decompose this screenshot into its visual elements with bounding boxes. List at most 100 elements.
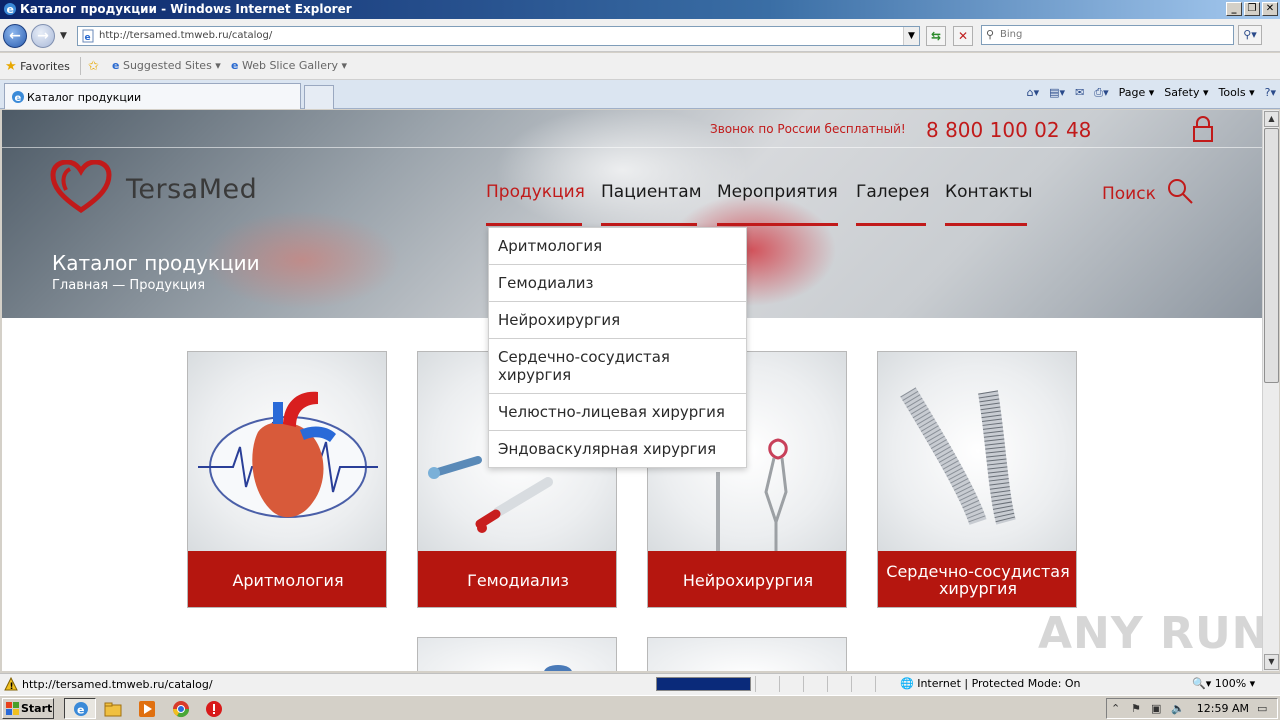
breadcrumb-current: Продукция: [129, 278, 206, 293]
stop-sign-icon[interactable]: [205, 700, 223, 718]
dropdown-item-hemodialysis[interactable]: Гемодиализ: [489, 265, 746, 302]
favorites-button[interactable]: ★ Favorites: [5, 59, 70, 74]
search-link[interactable]: Поиск: [1102, 184, 1156, 204]
device-illustration-icon: [544, 665, 572, 671]
explorer-folder-icon[interactable]: [104, 700, 122, 718]
network-icon[interactable]: ▣: [1151, 702, 1161, 715]
tersamed-logo-icon[interactable]: [50, 160, 112, 214]
print-icon[interactable]: ⎙▾: [1094, 86, 1108, 100]
svg-text:!: !: [10, 682, 14, 691]
forward-button[interactable]: →: [31, 24, 55, 48]
nav-events[interactable]: Мероприятия: [717, 182, 838, 214]
tab-catalog[interactable]: e Каталог продукции: [4, 83, 301, 109]
vertical-scrollbar[interactable]: ▲ ▼: [1262, 110, 1279, 671]
product-card-cardiovascular[interactable]: Сердечно-сосудистая хирургия: [877, 351, 1077, 608]
minimize-button[interactable]: _: [1226, 2, 1242, 16]
status-pane: [779, 676, 801, 692]
nav-underline-products: [486, 223, 582, 226]
home-icon[interactable]: ⌂▾: [1027, 86, 1040, 100]
vascular-graft-illustration-icon: [900, 387, 1016, 525]
action-center-flag-icon[interactable]: ⚑: [1131, 702, 1141, 715]
suggested-sites-link[interactable]: e Suggested Sites ▾: [112, 59, 221, 72]
refresh-button[interactable]: ⇆: [926, 26, 946, 46]
safety-menu[interactable]: Safety ▾: [1164, 86, 1208, 100]
favorites-separator: [80, 57, 81, 75]
page-menu[interactable]: Page ▾: [1119, 86, 1155, 100]
dropdown-item-endovascular[interactable]: Эндоваскулярная хирургия: [489, 431, 746, 467]
dropdown-item-cardiovascular[interactable]: Сердечно-сосудистая хирургия: [489, 339, 746, 394]
add-favorites-icon[interactable]: ✩: [88, 59, 99, 74]
nav-patients[interactable]: Пациентам: [601, 182, 702, 214]
zoom-level[interactable]: 🔍▾ 100% ▾: [1192, 677, 1255, 690]
close-button[interactable]: ✕: [1262, 2, 1278, 16]
call-free-text: Звонок по России бесплатный!: [710, 122, 906, 136]
product-card-partial[interactable]: [647, 637, 847, 671]
search-go-button[interactable]: ⚲▾: [1238, 25, 1262, 45]
lock-icon[interactable]: [1191, 115, 1215, 143]
card-image-heart: [188, 352, 386, 551]
svg-text:e: e: [15, 93, 22, 104]
show-desktop-icon[interactable]: ▭: [1257, 702, 1267, 715]
brand-name[interactable]: TersaMed: [126, 174, 257, 205]
progress-fill: [657, 678, 750, 690]
clock[interactable]: 12:59 AM: [1197, 702, 1249, 715]
watermark: ANY RUN: [1038, 608, 1262, 659]
nav-contacts[interactable]: Контакты: [945, 182, 1033, 214]
address-bar[interactable]: e http://tersamed.tmweb.ru/catalog/ ▼: [77, 26, 920, 46]
warning-icon: !: [4, 677, 18, 691]
status-pane: [755, 676, 777, 692]
address-toolbar: ← → ▼ e http://tersamed.tmweb.ru/catalog…: [0, 19, 1280, 52]
media-player-icon[interactable]: [138, 700, 156, 718]
suggested-sites-label: Suggested Sites ▾: [122, 59, 221, 72]
help-icon[interactable]: ?▾: [1265, 86, 1276, 100]
search-placeholder: Bing: [1000, 29, 1023, 40]
nav-underline-contacts: [945, 223, 1027, 226]
dropdown-item-neurosurgery[interactable]: Нейрохирургия: [489, 302, 746, 339]
tab-label: Каталог продукции: [27, 91, 142, 104]
products-dropdown-menu: Аритмология Гемодиализ Нейрохирургия Сер…: [488, 227, 747, 468]
product-card-partial[interactable]: [417, 637, 617, 671]
command-bar: ⌂▾ ▤▾ ✉ ⎙▾ Page ▾ Safety ▾ Tools ▾ ?▾: [1027, 86, 1276, 100]
globe-icon: 🌐: [900, 677, 914, 690]
security-zone[interactable]: 🌐 Internet | Protected Mode: On: [900, 677, 1081, 690]
start-label: Start: [21, 702, 53, 715]
product-card-arrhythmology[interactable]: Аритмология: [187, 351, 387, 608]
tab-page-icon: e: [12, 91, 24, 104]
scroll-thumb[interactable]: [1264, 128, 1279, 383]
chrome-icon[interactable]: [172, 700, 190, 718]
scroll-down-icon[interactable]: ▼: [1264, 654, 1279, 670]
recent-pages-dropdown-icon[interactable]: ▼: [60, 31, 67, 41]
volume-icon[interactable]: 🔈: [1171, 702, 1185, 715]
security-zone-label: Internet | Protected Mode: On: [917, 677, 1081, 690]
svg-text:e: e: [77, 704, 84, 717]
svg-text:e: e: [7, 3, 14, 16]
taskbar-ie-button[interactable]: e: [64, 698, 96, 719]
dropdown-item-maxillofacial[interactable]: Челюстно-лицевая хирургия: [489, 394, 746, 431]
nav-gallery[interactable]: Галерея: [856, 182, 930, 214]
card-caption: Аритмология: [188, 551, 386, 607]
start-button[interactable]: Start: [2, 698, 54, 719]
mail-icon[interactable]: ✉: [1075, 86, 1084, 100]
dropdown-item-arrhythmology[interactable]: Аритмология: [489, 228, 746, 265]
web-slice-gallery-link[interactable]: e Web Slice Gallery ▾: [231, 59, 347, 72]
search-input[interactable]: ⚲ Bing: [981, 25, 1234, 45]
star-icon: ★: [5, 59, 17, 74]
tools-menu[interactable]: Tools ▾: [1219, 86, 1255, 100]
address-url[interactable]: http://tersamed.tmweb.ru/catalog/: [99, 30, 272, 41]
tray-expand-icon[interactable]: ⌃: [1111, 702, 1120, 715]
stop-button[interactable]: ✕: [953, 26, 973, 46]
nav-products[interactable]: Продукция: [486, 182, 585, 214]
address-dropdown-icon[interactable]: ▼: [903, 27, 919, 45]
restore-button[interactable]: ❐: [1244, 2, 1260, 16]
back-button[interactable]: ←: [3, 24, 27, 48]
nav-underline-gallery: [856, 223, 926, 226]
search-magnifier-icon[interactable]: [1166, 177, 1194, 205]
feeds-icon[interactable]: ▤▾: [1049, 86, 1065, 100]
page-viewport: Звонок по России бесплатный! 8 800 100 0…: [2, 110, 1262, 671]
breadcrumb-home[interactable]: Главная: [52, 278, 108, 293]
ie-logo-icon: e: [4, 3, 16, 16]
phone-number[interactable]: 8 800 100 02 48: [926, 118, 1091, 142]
scroll-up-icon[interactable]: ▲: [1264, 111, 1279, 127]
new-tab-button[interactable]: [304, 85, 334, 109]
nav-underline-events: [717, 223, 838, 226]
